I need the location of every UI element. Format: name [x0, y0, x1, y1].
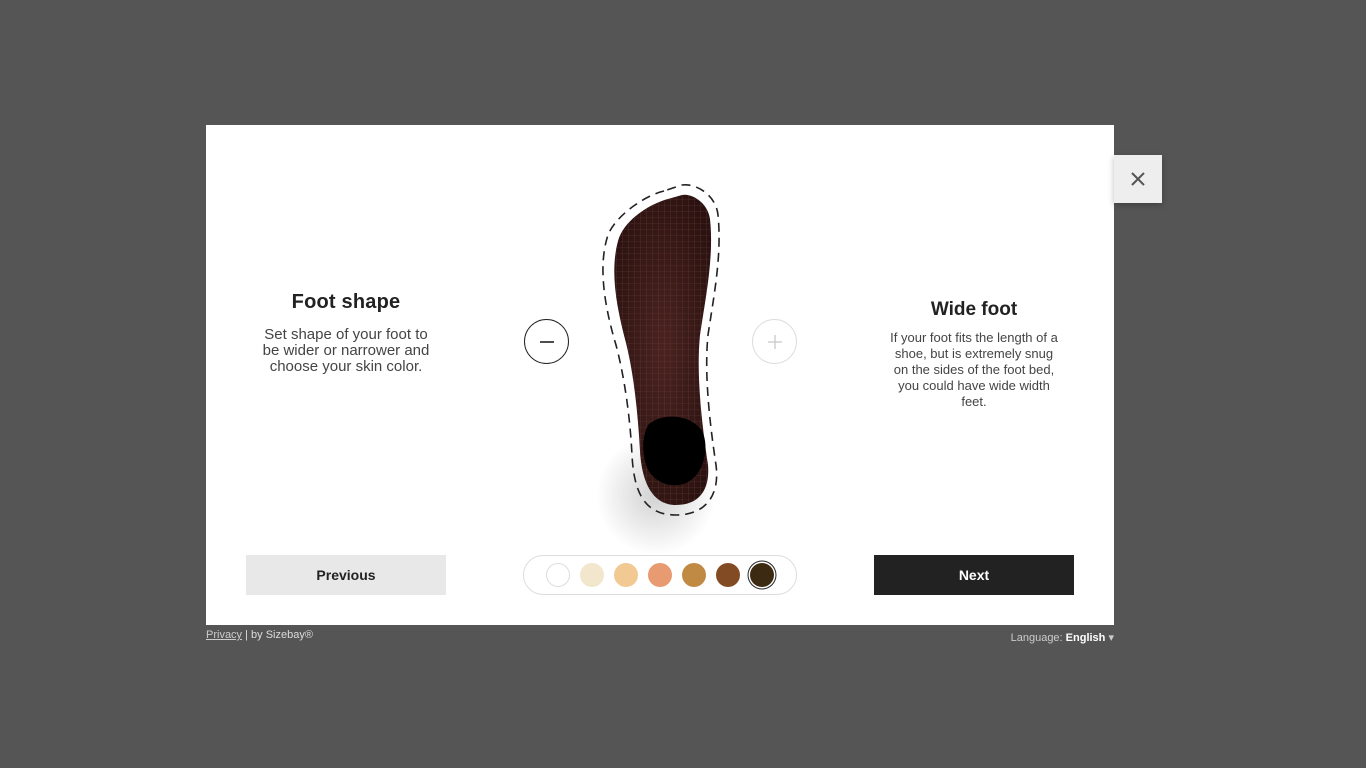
chevron-down-icon: ▾: [1108, 632, 1114, 644]
language-value: English: [1065, 632, 1106, 644]
next-button[interactable]: Next: [874, 555, 1074, 595]
close-button[interactable]: [1114, 155, 1162, 203]
foot-3d-model: [596, 184, 720, 555]
footer-links: Privacy | by Sizebay®: [206, 629, 313, 641]
wide-foot-description: If your foot fits the length of a shoe, …: [890, 330, 1058, 409]
skin-color-swatch[interactable]: [716, 563, 740, 587]
foot-shape-title: Foot shape: [291, 291, 401, 313]
skin-color-picker: [523, 555, 797, 595]
skin-color-swatch[interactable]: [750, 563, 774, 587]
privacy-link[interactable]: Privacy: [206, 629, 242, 641]
skin-color-swatch[interactable]: [580, 563, 604, 587]
footer-separator: |: [245, 629, 248, 641]
close-icon: [1131, 172, 1145, 186]
wider-button[interactable]: [752, 319, 797, 364]
wide-foot-info: Wide foot If your foot fits the length o…: [886, 299, 1062, 410]
skin-color-swatch[interactable]: [614, 563, 638, 587]
brand-label: by Sizebay®: [251, 629, 313, 641]
plus-icon: [767, 334, 782, 349]
foot-shape-modal: Foot shape Set shape of your foot to be …: [206, 125, 1114, 625]
skin-color-swatch[interactable]: [546, 563, 570, 587]
minus-icon: [539, 340, 554, 343]
foot-shape-description: Set shape of your foot to be wider or na…: [262, 326, 430, 375]
foot-shape-info: Foot shape Set shape of your foot to be …: [258, 291, 434, 375]
language-label: Language:: [1010, 632, 1063, 644]
previous-button[interactable]: Previous: [246, 555, 446, 595]
skin-color-swatch[interactable]: [682, 563, 706, 587]
narrower-button[interactable]: [524, 319, 569, 364]
skin-color-swatch[interactable]: [648, 563, 672, 587]
language-selector[interactable]: Language: English ▾: [1011, 631, 1114, 644]
wide-foot-title: Wide foot: [930, 299, 1018, 320]
